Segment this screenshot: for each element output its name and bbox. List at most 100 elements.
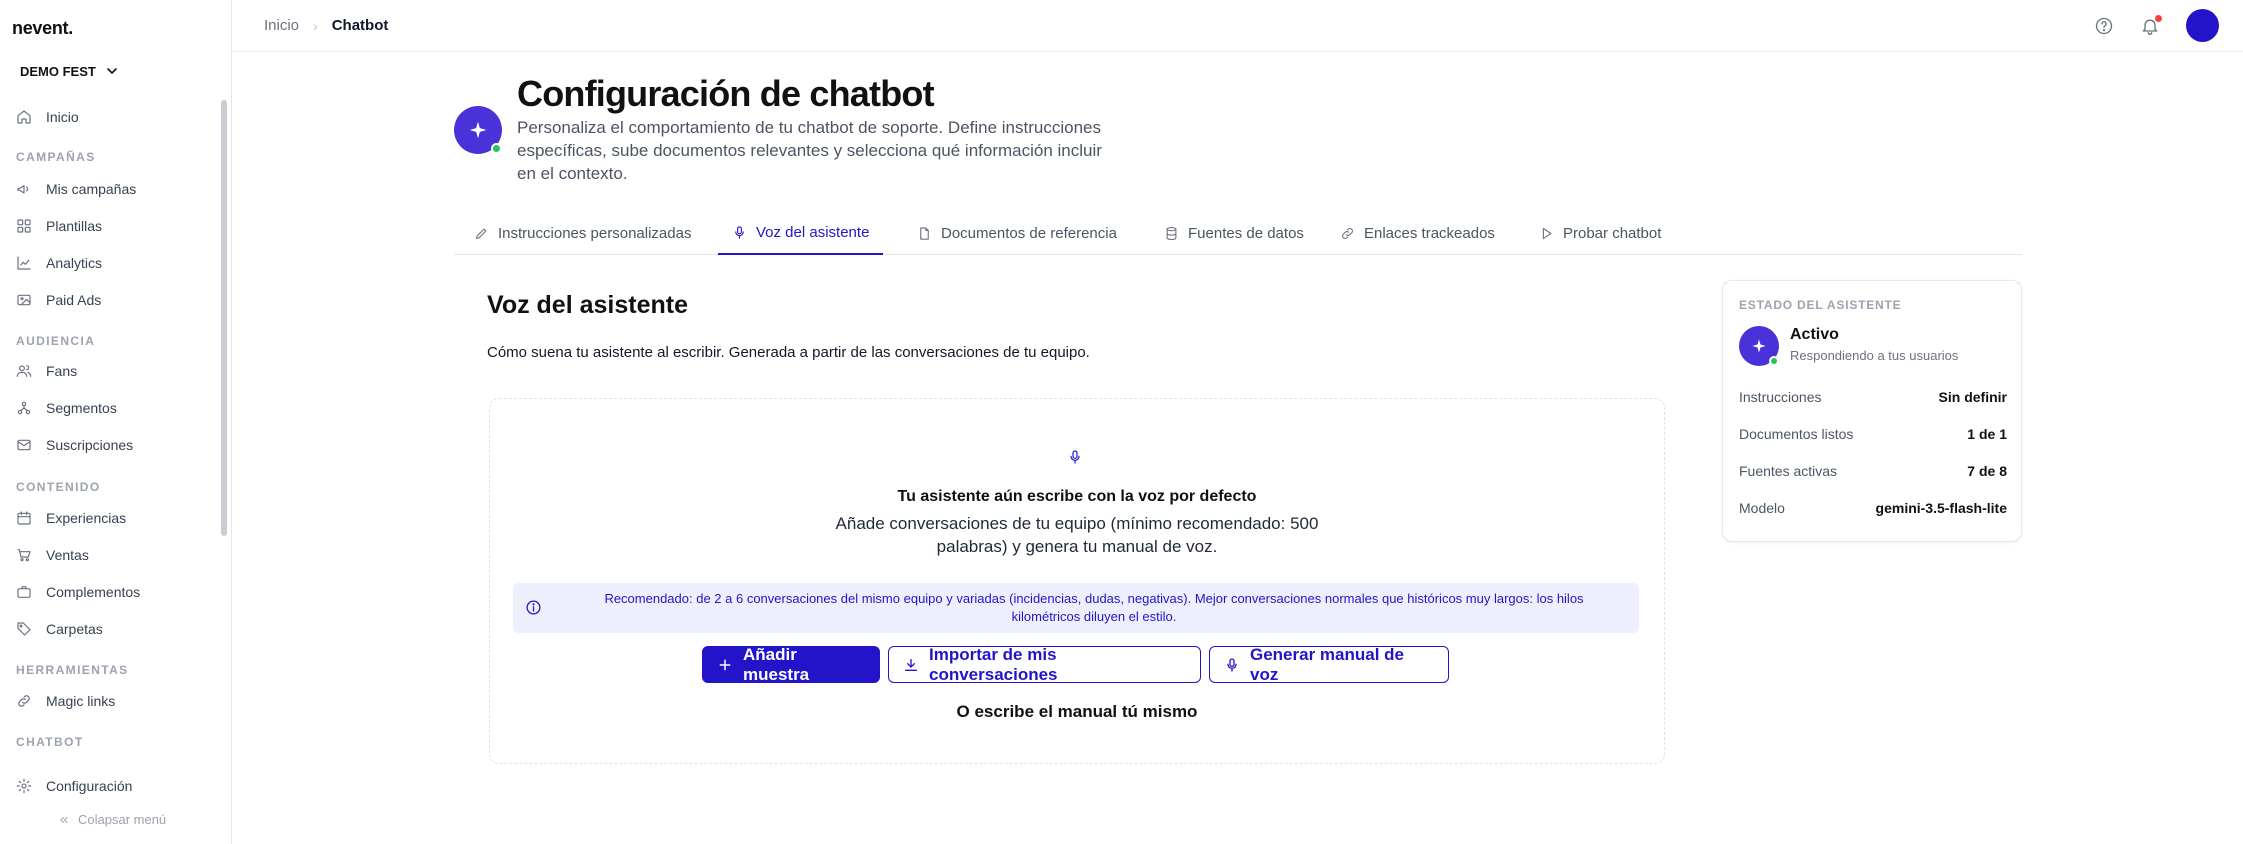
sidebar: nevent. DEMO FEST Inicio CAMPAÑAS Mis ca…	[0, 0, 232, 844]
gear-icon	[16, 778, 32, 794]
play-icon	[1539, 226, 1554, 241]
tag-icon	[16, 621, 32, 637]
tab-tracked-links[interactable]: Enlaces trackeados	[1326, 212, 1509, 255]
sparkle-icon	[468, 120, 488, 140]
app-logo[interactable]: nevent.	[12, 18, 73, 39]
sidebar-item-campaigns[interactable]: Mis campañas	[16, 174, 136, 204]
tab-bar: Instrucciones personalizadas Voz del asi…	[454, 212, 2022, 255]
assistant-status-card: ESTADO DEL ASISTENTE Activo Respondiendo…	[1722, 280, 2022, 542]
megaphone-icon	[16, 181, 32, 197]
pencil-icon	[474, 226, 489, 241]
page-description: Personaliza el comportamiento de tu chat…	[517, 118, 1102, 183]
add-sample-button[interactable]: Añadir muestra	[702, 645, 880, 684]
tab-voice[interactable]: Voz del asistente	[718, 212, 884, 255]
collapse-menu-button[interactable]: Colapsar menú	[58, 812, 166, 827]
link-icon	[16, 693, 32, 709]
status-badge: Activo	[1790, 326, 1839, 343]
help-icon[interactable]	[2094, 16, 2114, 36]
plus-icon	[717, 657, 733, 673]
sidebar-item-analytics[interactable]: Analytics	[16, 248, 102, 278]
tab-label: Enlaces trackeados	[1364, 225, 1495, 242]
sidebar-item-templates[interactable]: Plantillas	[16, 211, 102, 241]
cart-icon	[16, 547, 32, 563]
sidebar-item-label: Carpetas	[46, 621, 103, 637]
sidebar-item-segments[interactable]: Segmentos	[16, 393, 117, 423]
write-manual-link[interactable]: O escribe el manual tú mismo	[489, 702, 1665, 722]
sidebar-item-label: Paid Ads	[46, 292, 102, 308]
section-audience: AUDIENCIA	[16, 334, 96, 348]
sidebar-item-magic-links[interactable]: Magic links	[16, 686, 115, 716]
collapse-menu-label: Colapsar menú	[78, 812, 167, 827]
generate-voice-manual-button[interactable]: Generar manual de voz	[1209, 645, 1449, 684]
sidebar-item-label: Magic links	[46, 693, 116, 709]
tab-label: Instrucciones personalizadas	[498, 225, 692, 242]
status-subtitle: Respondiendo a tus usuarios	[1790, 348, 1959, 363]
section-title: Voz del asistente	[487, 291, 688, 319]
sidebar-item-label: Suscripciones	[46, 437, 134, 453]
sidebar-item-addons[interactable]: Complementos	[16, 577, 140, 607]
chevron-down-icon	[104, 63, 120, 79]
grid-icon	[16, 218, 32, 234]
sidebar-item-label: Segmentos	[46, 400, 117, 416]
breadcrumb-current: Chatbot	[331, 17, 389, 34]
tab-instructions[interactable]: Instrucciones personalizadas	[460, 212, 705, 255]
notification-badge	[2154, 13, 2163, 23]
sparkle-icon	[1751, 338, 1767, 354]
status-row-sources: Fuentes activas 7 de 8	[1739, 463, 2007, 479]
segments-icon	[16, 400, 32, 416]
status-value: gemini-3.5-flash-lite	[1875, 500, 2007, 516]
briefcase-icon	[16, 584, 32, 600]
status-value: 7 de 8	[1967, 463, 2007, 479]
chart-line-icon	[16, 255, 32, 271]
sidebar-item-label: Complementos	[46, 584, 141, 600]
section-tools: HERRAMIENTAS	[16, 663, 129, 677]
sidebar-item-experiences[interactable]: Experiencias	[16, 503, 126, 533]
status-row-model: Modelo gemini-3.5-flash-lite	[1739, 500, 2007, 516]
mic-icon	[732, 225, 747, 240]
org-switcher[interactable]: DEMO FEST	[20, 63, 120, 79]
tab-documents[interactable]: Documentos de referencia	[903, 212, 1131, 255]
topbar-actions	[2094, 9, 2219, 42]
online-status-dot	[1769, 356, 1779, 366]
mic-icon	[1067, 448, 1083, 466]
file-icon	[917, 226, 932, 241]
info-icon	[525, 599, 542, 616]
status-value: Sin definir	[1938, 389, 2007, 405]
sidebar-item-paid-ads[interactable]: Paid Ads	[16, 285, 101, 315]
section-content: CONTENIDO	[16, 480, 101, 494]
calendar-icon	[16, 510, 32, 526]
sidebar-item-subscriptions[interactable]: Suscripciones	[16, 430, 133, 460]
avatar[interactable]	[2186, 9, 2219, 42]
sidebar-item-folders[interactable]: Carpetas	[16, 614, 103, 644]
status-card-label: ESTADO DEL ASISTENTE	[1739, 298, 1902, 312]
tab-test-chatbot[interactable]: Probar chatbot	[1525, 212, 1675, 255]
breadcrumb-separator: ›	[313, 17, 318, 34]
org-name: DEMO FEST	[20, 63, 96, 79]
empty-state-title: Tu asistente aún escribe con la voz por …	[897, 488, 1257, 505]
sidebar-scrollbar[interactable]	[221, 100, 227, 536]
empty-state-description: Añade conversaciones de tu equipo (mínim…	[835, 514, 1319, 556]
sidebar-item-configuration[interactable]: Configuración	[16, 771, 132, 801]
sidebar-item-home[interactable]: Inicio	[16, 102, 79, 132]
sidebar-item-label: Ventas	[46, 547, 89, 563]
bell-icon[interactable]	[2140, 13, 2163, 36]
status-row-instructions: Instrucciones Sin definir	[1739, 389, 2007, 405]
mail-icon	[16, 437, 32, 453]
status-key: Modelo	[1739, 500, 1785, 516]
section-chatbot: CHATBOT	[16, 735, 84, 749]
chevrons-left-icon	[58, 814, 70, 826]
tab-data-sources[interactable]: Fuentes de datos	[1150, 212, 1318, 255]
tab-label: Probar chatbot	[1563, 225, 1662, 242]
sidebar-item-sales[interactable]: Ventas	[16, 540, 89, 570]
sidebar-item-fans[interactable]: Fans	[16, 356, 77, 386]
status-value: 1 de 1	[1967, 426, 2007, 442]
sidebar-nav: Inicio CAMPAÑAS Mis campañas Plantillas …	[0, 100, 218, 750]
sidebar-item-label: Inicio	[46, 109, 79, 125]
import-conversations-button[interactable]: Importar de mis conversaciones	[888, 645, 1201, 684]
tab-label: Voz del asistente	[756, 224, 870, 241]
section-description: Cómo suena tu asistente al escribir. Gen…	[487, 344, 1090, 361]
topbar: Inicio › Chatbot	[232, 0, 2243, 52]
home-icon	[16, 109, 32, 125]
breadcrumb-home[interactable]: Inicio	[264, 17, 299, 34]
sidebar-item-label: Experiencias	[46, 510, 127, 526]
